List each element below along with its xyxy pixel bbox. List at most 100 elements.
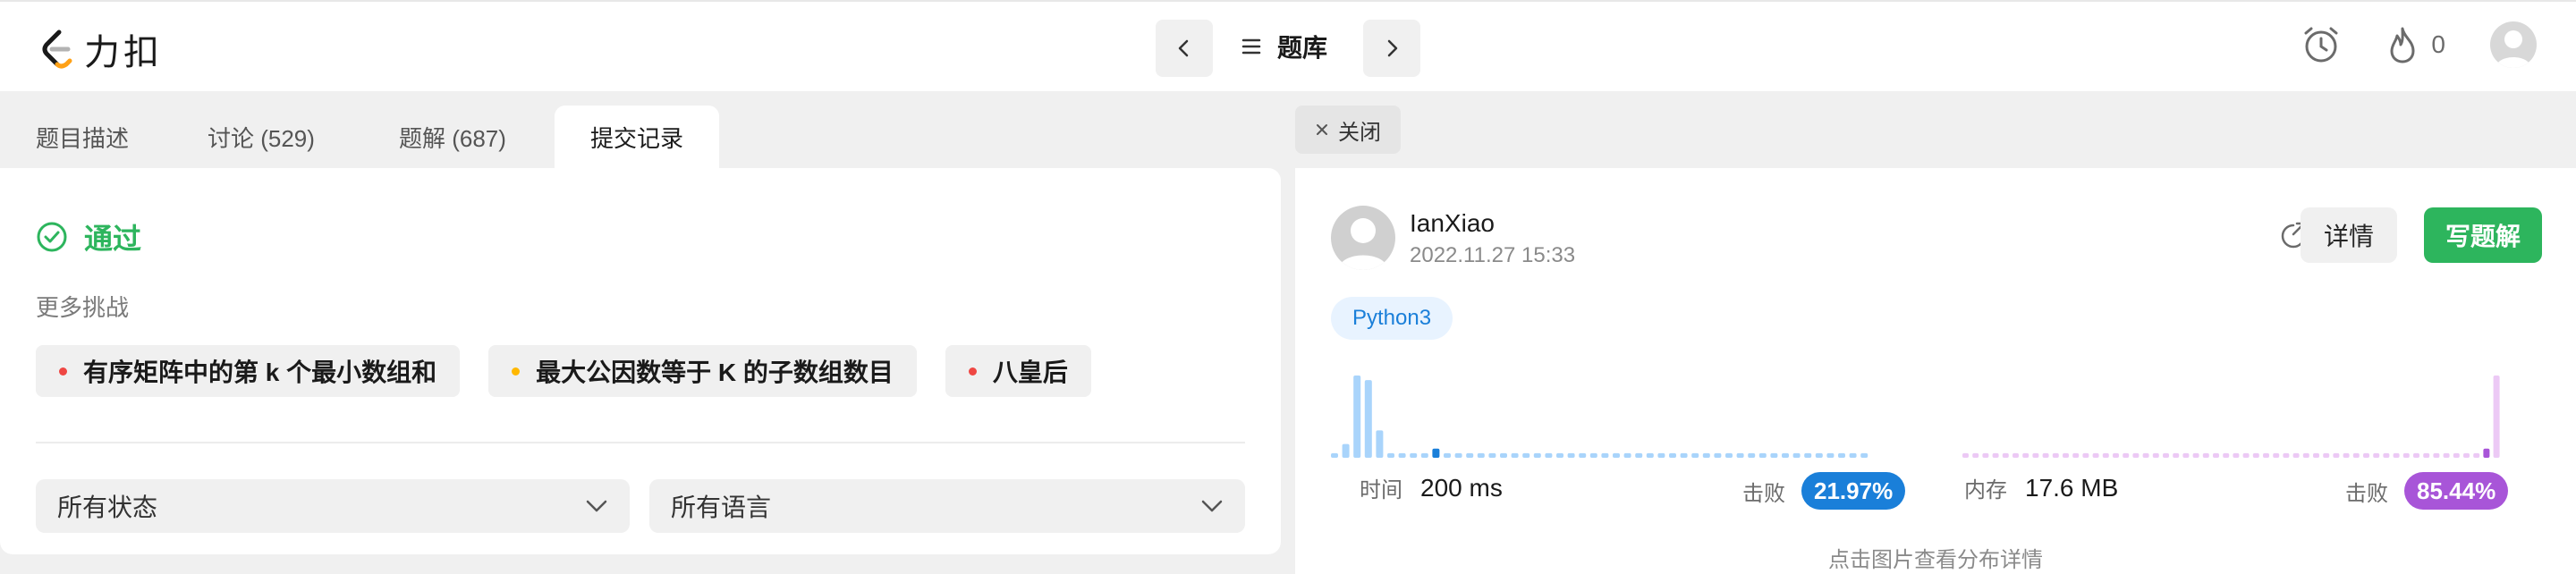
- distribution-bar: [2233, 452, 2240, 458]
- leetcode-logo-icon: [42, 30, 72, 69]
- detail-label: 详情: [2324, 223, 2375, 250]
- tab-solutions[interactable]: 题解 (687): [363, 106, 542, 168]
- distribution-bar: [1849, 452, 1857, 458]
- user-avatar-icon: [2496, 30, 2531, 68]
- problems-label: 题库: [1277, 34, 1328, 62]
- challenge-title: 有序矩阵中的第 k 个最小数组和: [83, 359, 437, 386]
- distribution-bar: [1579, 452, 1587, 458]
- chevron-right-icon: [1387, 39, 1398, 57]
- detail-button[interactable]: 详情: [2301, 207, 2398, 263]
- distribution-bar: [1860, 452, 1868, 458]
- distribution-bar: [1962, 452, 1969, 458]
- submission-datetime: 2022.11.27 15:33: [1410, 243, 1576, 267]
- distribution-bar: [1646, 452, 1654, 458]
- username[interactable]: IanXiao: [1410, 209, 1495, 238]
- tab-description[interactable]: 题目描述: [0, 106, 165, 168]
- write-solution-button[interactable]: 写题解: [2424, 207, 2543, 263]
- distribution-bar: [1454, 452, 1462, 458]
- distribution-bar: [1657, 452, 1665, 458]
- tab-submissions[interactable]: 提交记录: [555, 106, 720, 168]
- distribution-bar: [2042, 452, 2049, 458]
- distribution-bar: [2182, 452, 2190, 458]
- distribution-bar: [2242, 452, 2250, 458]
- distribution-bar: [2132, 452, 2140, 458]
- distribution-bar: [1589, 452, 1597, 458]
- distribution-bar: [2383, 452, 2390, 458]
- challenge-chip[interactable]: 最大公因数等于 K 的子数组数目: [488, 345, 917, 397]
- distribution-bar: [1982, 452, 1989, 458]
- challenge-list: 有序矩阵中的第 k 个最小数组和 最大公因数等于 K 的子数组数目 八皇后: [36, 345, 1091, 397]
- chevron-down-icon: [586, 500, 607, 512]
- distribution-bar: [2352, 452, 2360, 458]
- distribution-bar: [2323, 452, 2330, 458]
- brand-name: 力扣: [84, 33, 163, 72]
- close-tab-button[interactable]: 关闭: [1295, 106, 1401, 154]
- top-navbar: 力扣 题库 0: [0, 0, 2576, 91]
- distribution-bar: [2433, 452, 2440, 458]
- avatar[interactable]: [1331, 206, 1395, 270]
- distribution-bar: [1398, 452, 1406, 458]
- submission-result-panel: 通过 更多挑战 有序矩阵中的第 k 个最小数组和 最大公因数等于 K 的子数组数…: [0, 168, 1281, 554]
- distribution-bar: [1972, 452, 1979, 458]
- distribution-bar: [2273, 452, 2280, 458]
- challenge-chip[interactable]: 八皇后: [945, 345, 1091, 397]
- user-avatar-icon: [1338, 218, 1388, 270]
- alarm-clock-icon[interactable]: [2301, 24, 2342, 65]
- streak-counter[interactable]: 0: [2386, 25, 2445, 64]
- distribution-bar: [1758, 452, 1767, 458]
- distribution-bar: [1331, 452, 1338, 458]
- memory-distribution-chart[interactable]: [1962, 372, 2521, 461]
- distribution-bar: [2192, 452, 2199, 458]
- close-icon: [1317, 124, 1327, 135]
- distribution-bar: [1466, 452, 1474, 458]
- tab-discussion[interactable]: 讨论 (529): [172, 106, 351, 168]
- challenge-title: 八皇后: [992, 359, 1068, 386]
- distribution-bar: [2213, 452, 2219, 458]
- distribution-bar: [1826, 452, 1835, 458]
- distribution-bar: [2333, 452, 2340, 458]
- memory-beat-badge: 85.44%: [2404, 472, 2509, 510]
- close-label: 关闭: [1338, 120, 1381, 145]
- distribution-bar: [1601, 452, 1609, 458]
- problem-list-button[interactable]: 题库: [1241, 29, 1327, 64]
- check-circle-icon: [37, 222, 67, 252]
- tab-label: 讨论 (529): [208, 124, 315, 152]
- distribution-bar: [1376, 430, 1384, 458]
- distribution-bar: [1838, 452, 1845, 458]
- prev-problem-button[interactable]: [1156, 20, 1213, 77]
- language-filter-select[interactable]: 所有语言: [649, 479, 1245, 533]
- runtime-distribution-chart[interactable]: [1331, 372, 1889, 461]
- distribution-bar: [1477, 452, 1485, 458]
- distribution-bar: [2142, 452, 2149, 458]
- distribution-bar: [1669, 452, 1676, 458]
- distribution-bar: [2032, 452, 2039, 458]
- user-avatar[interactable]: [2490, 21, 2537, 68]
- distribution-bar: [2483, 448, 2490, 458]
- logo[interactable]: 力扣: [39, 23, 163, 75]
- distribution-bar: [2152, 452, 2159, 458]
- distribution-bar: [1342, 443, 1350, 458]
- status-filter-select[interactable]: 所有状态: [36, 479, 630, 533]
- chevron-left-icon: [1178, 39, 1189, 57]
- challenge-chip[interactable]: 有序矩阵中的第 k 个最小数组和: [36, 345, 461, 397]
- tab-label: 提交记录: [590, 124, 684, 152]
- distribution-bar: [1410, 452, 1418, 458]
- distribution-bar: [2453, 452, 2460, 458]
- distribution-bar: [1702, 452, 1710, 458]
- tab-label: 题目描述: [36, 124, 130, 152]
- divider: [36, 442, 1245, 443]
- next-problem-button[interactable]: [1363, 20, 1420, 77]
- distribution-bar: [1488, 452, 1496, 458]
- distribution-bar: [2493, 376, 2500, 458]
- distribution-bar: [2063, 452, 2069, 458]
- runtime-beat-badge: 21.97%: [1801, 472, 1906, 510]
- difficulty-dot: [968, 367, 977, 376]
- distribution-bar: [1804, 452, 1812, 458]
- chevron-down-icon: [1201, 500, 1223, 512]
- distribution-bar: [2443, 452, 2450, 458]
- distribution-bar: [2423, 452, 2430, 458]
- write-solution-label: 写题解: [2445, 223, 2521, 250]
- distribution-bar: [1714, 452, 1722, 458]
- distribution-bar: [2113, 452, 2119, 458]
- runtime-beat: 击败 21.97%: [1742, 472, 1906, 510]
